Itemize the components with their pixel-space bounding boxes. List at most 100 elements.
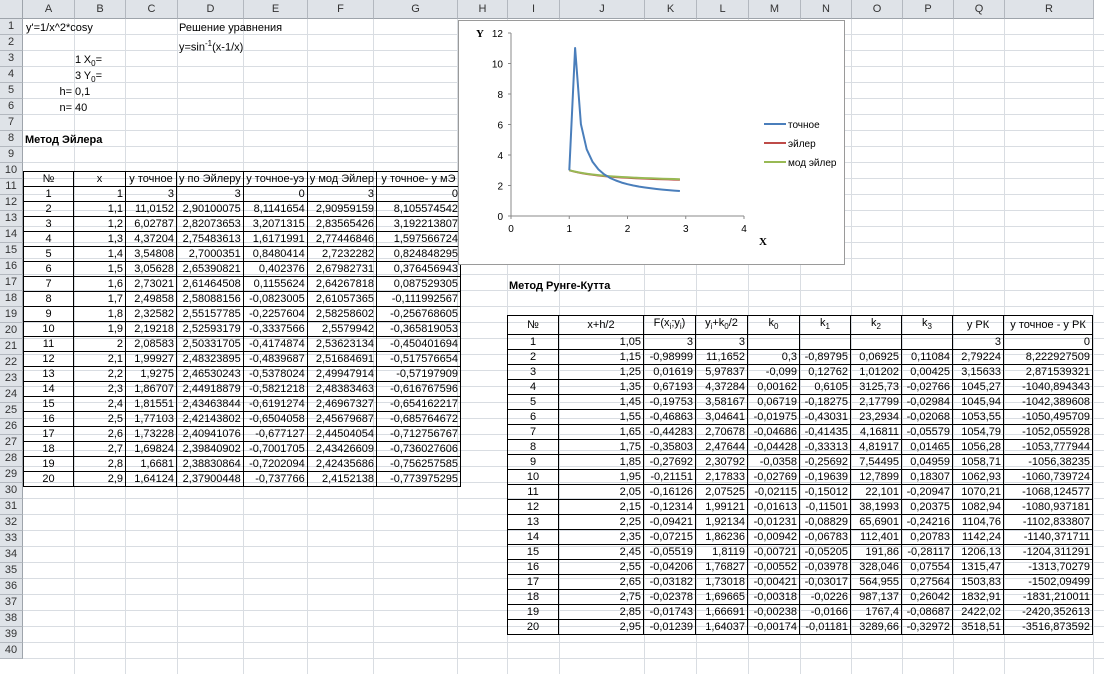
table-cell[interactable]: -0,03017 [799, 574, 851, 591]
row-header-6[interactable]: 6 [0, 99, 23, 115]
table-cell[interactable]: 16 [23, 411, 74, 427]
table-cell[interactable]: -0,04206 [643, 559, 696, 576]
table-cell[interactable]: -1053,777944 [1003, 439, 1093, 456]
table-cell[interactable]: 1,35 [558, 379, 644, 396]
table-cell[interactable]: 2 [23, 201, 74, 217]
table-cell[interactable]: 2,2 [73, 366, 126, 382]
row-header-5[interactable]: 5 [0, 83, 23, 99]
table-cell[interactable]: -0,3337566 [242, 321, 308, 337]
euler-method-title[interactable]: Метод Эйлера [25, 132, 102, 148]
table-cell[interactable]: 8,105574542 [375, 201, 461, 217]
table-cell[interactable]: -0,0358 [747, 454, 800, 471]
table-cell[interactable]: -0,05519 [643, 544, 696, 561]
table-cell[interactable]: -0,737766 [242, 471, 308, 487]
column-header-l[interactable]: L [697, 0, 749, 19]
table-cell[interactable]: 15 [23, 396, 74, 412]
table-cell[interactable]: 7 [23, 276, 74, 292]
table-cell[interactable]: 12 [23, 351, 74, 367]
table-cell[interactable]: -0,02115 [747, 484, 800, 501]
table-cell[interactable]: 0,11084 [901, 349, 953, 366]
table-cell[interactable]: 1,99121 [695, 499, 748, 516]
table-cell[interactable]: 2,45679687 [306, 411, 377, 427]
table-cell[interactable]: 1,64124 [125, 471, 177, 487]
table-cell[interactable]: -1102,833807 [1003, 514, 1093, 531]
table-cell[interactable]: 2,07525 [695, 484, 748, 501]
table-cell[interactable]: 2 [507, 349, 559, 366]
table-cell[interactable]: 11 [23, 336, 74, 352]
table-cell[interactable]: 1,8119 [695, 544, 748, 561]
rk-header-k3[interactable]: k3 [901, 314, 953, 336]
table-cell[interactable]: -0,43031 [799, 409, 851, 426]
table-cell[interactable]: -0,28117 [901, 544, 953, 561]
table-cell[interactable]: 1 [73, 186, 126, 202]
table-cell[interactable]: -0,01231 [747, 514, 800, 531]
table-cell[interactable]: 2,73021 [125, 276, 177, 292]
row-header-23[interactable]: 23 [0, 371, 23, 387]
table-cell[interactable]: 1,69824 [125, 441, 177, 457]
table-cell[interactable]: 3 [306, 186, 377, 202]
table-cell[interactable]: 2,49947914 [306, 366, 377, 382]
row-header-22[interactable]: 22 [0, 355, 23, 371]
table-cell[interactable]: 1056,28 [952, 439, 1004, 456]
table-cell[interactable]: 2,75483613 [176, 231, 244, 247]
table-cell[interactable]: 2,05 [558, 484, 644, 501]
table-cell[interactable]: -0,11501 [799, 499, 851, 516]
table-cell[interactable]: -1831,210011 [1003, 589, 1093, 606]
table-cell[interactable]: 2,48383463 [306, 381, 377, 397]
table-cell[interactable]: 1,85 [558, 454, 644, 471]
table-cell[interactable]: 2,30792 [695, 454, 748, 471]
table-cell[interactable]: y мод Эйлер [306, 171, 377, 187]
table-cell[interactable]: -1050,495709 [1003, 409, 1093, 426]
table-cell[interactable]: 3,58167 [695, 394, 748, 411]
table-cell[interactable]: -0,00552 [747, 559, 800, 576]
table-cell[interactable]: 2,61057365 [306, 291, 377, 307]
table-cell[interactable]: 2,7000351 [176, 246, 244, 262]
column-header-a[interactable]: A [23, 0, 75, 19]
table-cell[interactable]: -0,2257604 [242, 306, 308, 322]
table-cell[interactable]: 2,871539321 [1003, 364, 1093, 381]
table-cell[interactable]: 16 [507, 559, 559, 576]
table-cell[interactable]: 4,16811 [850, 424, 902, 441]
table-cell[interactable]: 1,81551 [125, 396, 177, 412]
table-cell[interactable]: 2,32582 [125, 306, 177, 322]
table-cell[interactable]: 2,90959159 [306, 201, 377, 217]
table-cell[interactable]: -0,98999 [643, 349, 696, 366]
table-cell[interactable]: -0,5821218 [242, 381, 308, 397]
table-cell[interactable]: -0,21151 [643, 469, 696, 486]
table-cell[interactable]: 2,5579942 [306, 321, 377, 337]
table-cell[interactable]: y точное-уэ [242, 171, 308, 187]
row-header-14[interactable]: 14 [0, 227, 23, 243]
row-header-8[interactable]: 8 [0, 131, 23, 147]
table-cell[interactable]: 2,37900448 [176, 471, 244, 487]
table-cell[interactable]: -0,25692 [799, 454, 851, 471]
table-cell[interactable]: 9 [23, 306, 74, 322]
table-cell[interactable]: -1056,38235 [1003, 454, 1093, 471]
table-cell[interactable]: -0,099 [747, 364, 800, 381]
table-cell[interactable]: 1070,21 [952, 484, 1004, 501]
table-cell[interactable]: 3,192213807 [375, 216, 461, 232]
table-cell[interactable]: 0,402376 [242, 261, 308, 277]
row-header-31[interactable]: 31 [0, 499, 23, 515]
table-cell[interactable]: 1,01202 [850, 364, 902, 381]
table-cell[interactable]: -1140,371711 [1003, 529, 1093, 546]
row-header-40[interactable]: 40 [0, 643, 23, 659]
row-header-17[interactable]: 17 [0, 275, 23, 291]
table-cell[interactable]: 1,4 [73, 246, 126, 262]
table-cell[interactable]: -0,7001705 [242, 441, 308, 457]
table-cell[interactable]: 0,01619 [643, 364, 696, 381]
table-cell[interactable]: 1,76827 [695, 559, 748, 576]
table-cell[interactable]: 3 [176, 186, 244, 202]
table-cell[interactable]: 2,35 [558, 529, 644, 546]
table-cell[interactable]: 1 [23, 186, 74, 202]
table-cell[interactable]: 20 [507, 619, 559, 636]
table-cell[interactable]: 65,6901 [850, 514, 902, 531]
table-cell[interactable]: -1060,739724 [1003, 469, 1093, 486]
table-cell[interactable]: 0 [375, 186, 461, 202]
table-cell[interactable]: -0,41435 [799, 424, 851, 441]
table-cell[interactable]: 2,9 [73, 471, 126, 487]
table-cell[interactable]: 9 [507, 454, 559, 471]
table-cell[interactable]: -0,35803 [643, 439, 696, 456]
row-header-21[interactable]: 21 [0, 339, 23, 355]
table-cell[interactable]: 1058,71 [952, 454, 1004, 471]
table-cell[interactable]: 2 [73, 336, 126, 352]
